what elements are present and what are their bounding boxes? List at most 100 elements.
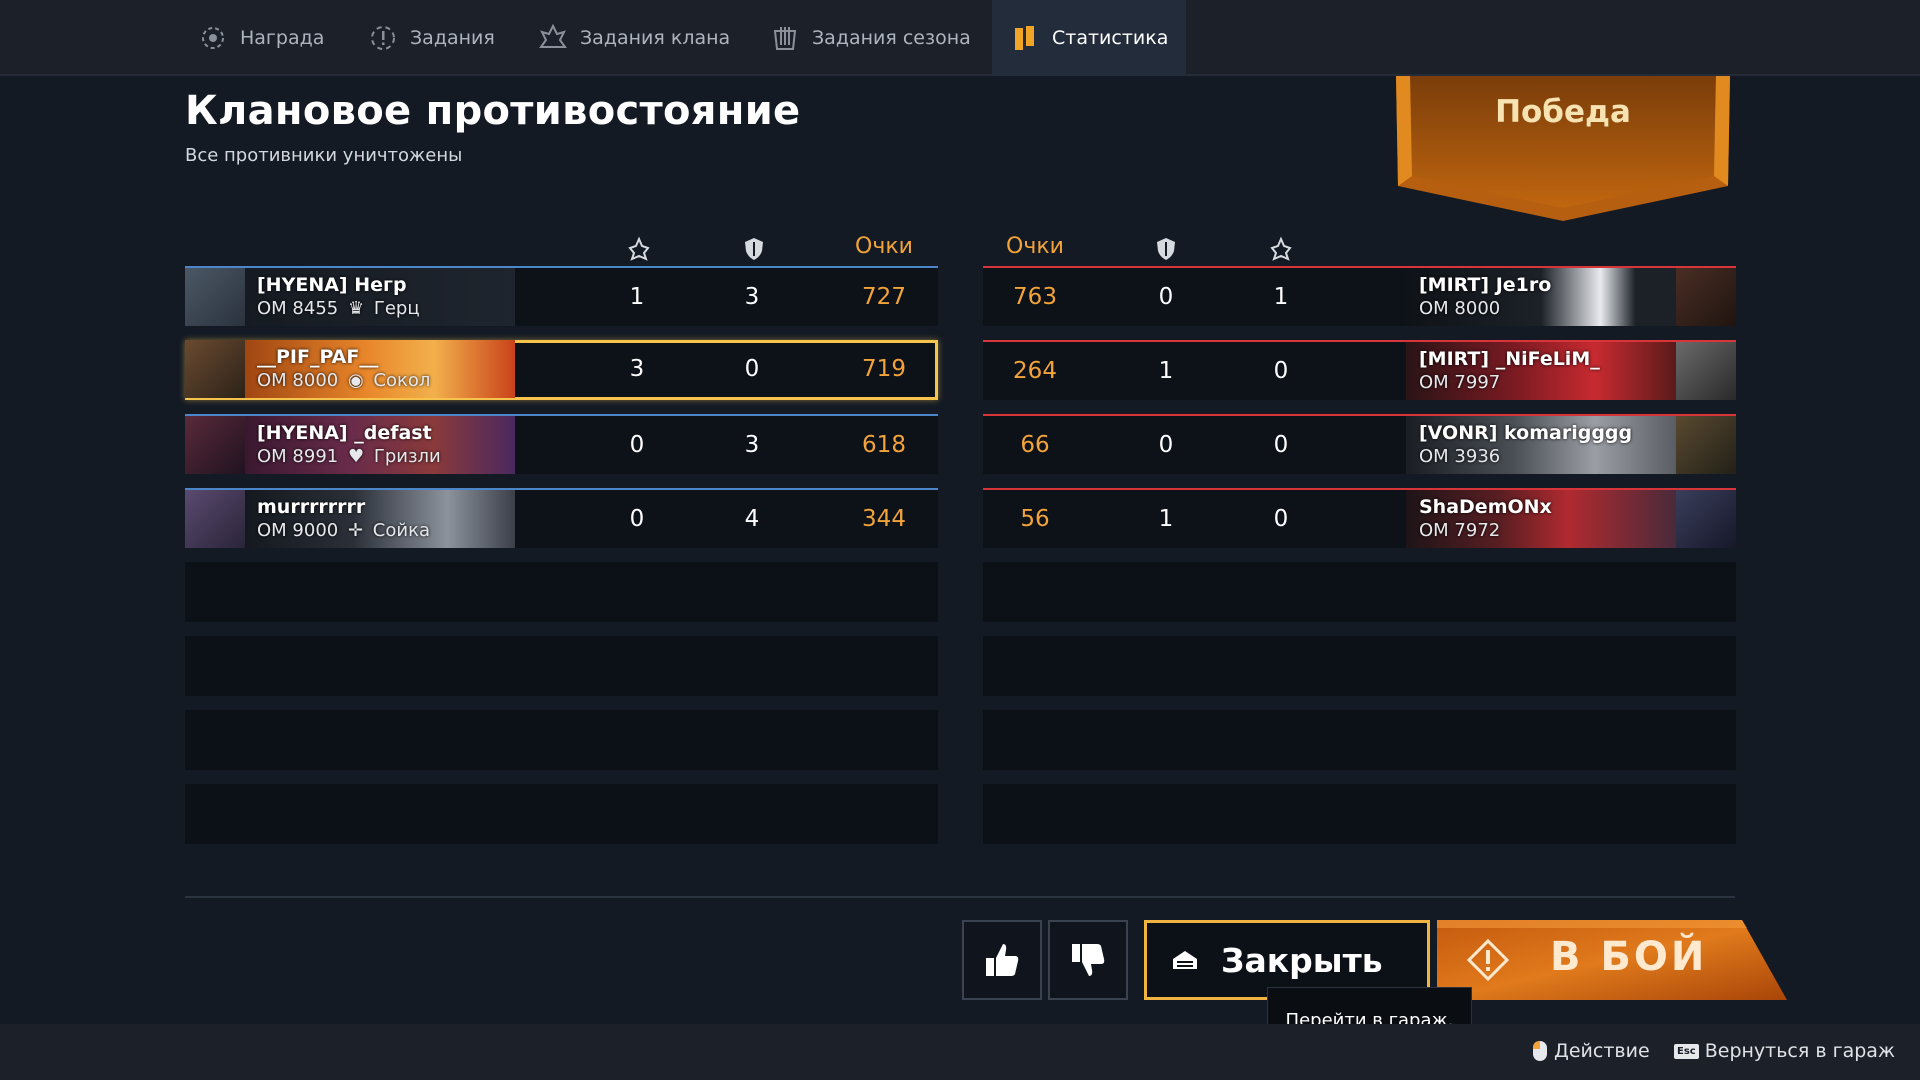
player-name: [MIRT] _NiFeLiM_ [1419,348,1600,370]
player-name: [VONR] komarigggg [1419,422,1633,444]
left-points-header: Очки [855,234,913,259]
tab-season-tasks[interactable]: Задания сезона [752,0,989,76]
crown-icon: ♛ [347,298,365,319]
kills-icon [628,236,650,261]
assists-cell: 1 [1158,358,1174,384]
tab-bar: Награда Задания Задания клана Задания се… [0,0,1920,76]
empty-slot [185,710,938,770]
player-om: ОМ 8000 [1419,298,1501,319]
avatar [185,416,245,474]
crosshair-icon: ✛ [347,520,364,541]
tab-statistics-label: Статистика [1052,27,1169,49]
page-title: Клановое противостояние [185,88,801,134]
avatar [1676,342,1736,400]
empty-slot [983,710,1736,770]
table-row[interactable]: __PIF_PAF__ ОМ 8000 ◉ Сокол 3 0 719 [185,340,938,400]
empty-slot [983,562,1736,622]
empty-slot [983,784,1736,844]
player-name: ShaDemONx [1419,496,1552,518]
assists-cell: 0 [1158,284,1174,310]
like-button[interactable] [962,920,1042,1000]
shield-icon [1157,238,1175,260]
thumbs-down-icon [1072,944,1105,976]
bear-icon: ♥ [347,446,365,467]
table-row[interactable]: 66 0 0 [VONR] komarigggg ОМ 3936 [983,414,1736,474]
assists-cell: 0 [1158,432,1174,458]
tab-statistics[interactable]: Статистика [992,0,1186,76]
player-om-value: ОМ 8000 [257,370,339,391]
back-hint[interactable]: Esc Вернуться в гараж [1674,1040,1895,1062]
player-om: ОМ 3936 [1419,446,1501,467]
table-row[interactable]: 763 0 1 [MIRT] Je1ro ОМ 8000 [983,266,1736,326]
player-om: ОМ 8000 ◉ Сокол [257,370,430,391]
kills-cell: 1 [629,284,645,310]
player-om-value: ОМ 8455 [257,298,339,319]
player-om: ОМ 7972 [1419,520,1501,541]
clan-tasks-icon [538,23,568,53]
esc-key-icon: Esc [1674,1043,1699,1059]
kills-cell: 0 [1273,432,1289,458]
cycle-icon: ◉ [347,370,364,391]
avatar [185,268,245,326]
player-vehicle: Гризли [373,446,441,467]
table-row[interactable]: 264 1 0 [MIRT] _NiFeLiM_ ОМ 7997 [983,340,1736,400]
points-cell: 56 [1020,506,1050,532]
back-hint-label: Вернуться в гараж [1704,1040,1896,1062]
tab-clan-tasks[interactable]: Задания клана [520,0,748,76]
player-om-value: ОМ 9000 [257,520,339,541]
points-cell: 264 [1013,358,1057,384]
close-button-label: Закрыть [1221,940,1383,980]
player-om: ОМ 7997 [1419,372,1501,393]
assists-cell: 3 [744,432,760,458]
empty-slot [185,784,938,844]
tab-tasks[interactable]: Задания [350,0,513,76]
points-cell: 727 [862,284,906,310]
player-om: ОМ 8991 ♥ Гризли [257,446,441,467]
assists-cell: 1 [1158,506,1174,532]
tab-season-tasks-label: Задания сезона [812,27,971,49]
tasks-icon [368,23,398,53]
player-om: ОМ 8455 ♛ Герц [257,298,420,319]
player-om-value: ОМ 8991 [257,446,339,467]
player-name: [MIRT] Je1ro [1419,274,1552,296]
player-vehicle: Сокол [373,370,431,391]
avatar [185,490,245,548]
points-cell: 618 [862,432,906,458]
action-hint[interactable]: Действие [1532,1040,1650,1062]
mouse-icon [1533,1041,1547,1061]
tab-reward[interactable]: Награда [180,0,342,76]
divider [185,896,1735,898]
season-tasks-icon [770,23,800,53]
assists-cell: 0 [744,356,760,382]
assists-cell: 4 [744,506,760,532]
table-row[interactable]: [HYENA] _defast ОМ 8991 ♥ Гризли 0 3 618 [185,414,938,474]
right-points-header: Очки [1006,234,1064,259]
points-cell: 344 [862,506,906,532]
player-vehicle: Сойка [372,520,430,541]
player-name: __PIF_PAF__ [257,346,379,368]
page-subtitle: Все противники уничтожены [185,145,463,166]
assists-cell: 3 [744,284,760,310]
player-name: murrrrrrrr [257,496,366,518]
tab-tasks-label: Задания [410,27,495,49]
points-cell: 66 [1020,432,1050,458]
player-om: ОМ 9000 ✛ Сойка [257,520,430,541]
empty-slot [185,636,938,696]
tab-clan-tasks-label: Задания клана [580,27,731,49]
kills-cell: 1 [1273,284,1289,310]
player-name: [HYENA] _defast [257,422,432,444]
dislike-button[interactable] [1048,920,1128,1000]
battle-icon [1466,938,1510,982]
player-name: [HYENA] Негр [257,274,407,296]
points-cell: 719 [862,356,906,382]
kills-cell: 0 [629,432,645,458]
table-row[interactable]: [HYENA] Негр ОМ 8455 ♛ Герц 1 3 727 [185,266,938,326]
kills-cell: 3 [629,356,645,382]
kills-cell: 0 [629,506,645,532]
avatar [1676,490,1736,548]
table-row[interactable]: 56 1 0 ShaDemONx ОМ 7972 [983,488,1736,548]
kills-cell: 0 [1273,358,1289,384]
table-row[interactable]: murrrrrrrr ОМ 9000 ✛ Сойка 0 4 344 [185,488,938,548]
kills-cell: 0 [1273,506,1289,532]
shield-icon [745,238,763,260]
